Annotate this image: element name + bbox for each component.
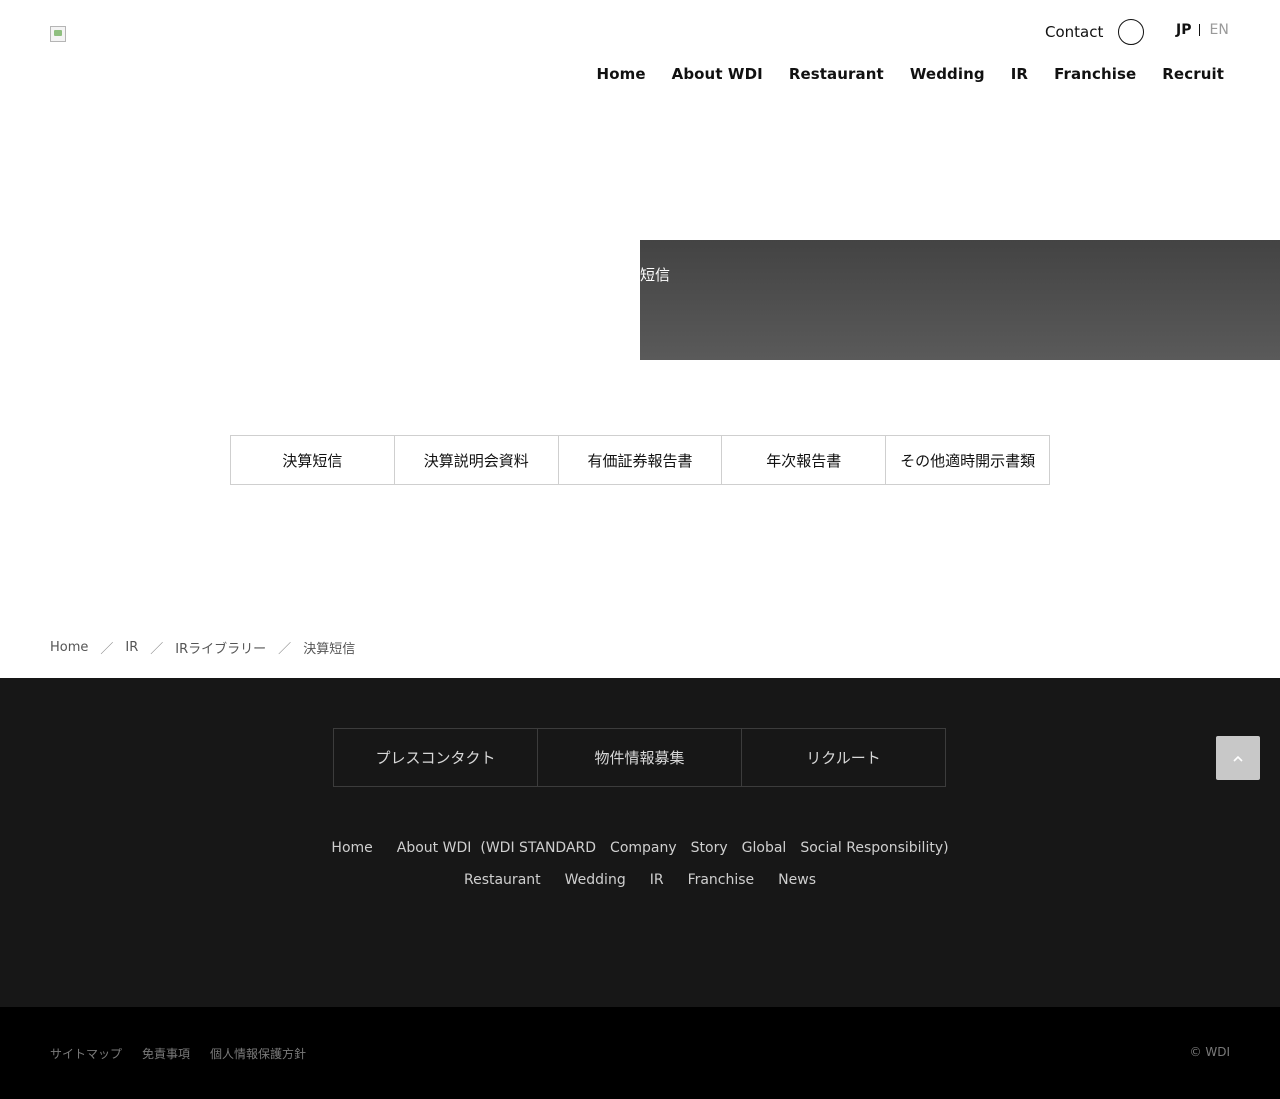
tab-securities-report[interactable]: 有価証券報告書 xyxy=(559,436,723,484)
recruit-button[interactable]: リクルート xyxy=(741,728,946,787)
language-switcher: JP EN xyxy=(1176,22,1229,38)
footer-links-row-2: Restaurant Wedding IR Franchise News xyxy=(0,872,1280,888)
nav-wedding[interactable]: Wedding xyxy=(910,65,985,83)
ir-library-tabs: 決算短信 決算説明会資料 有価証券報告書 年次報告書 その他適時開示書類 xyxy=(230,435,1050,485)
nav-recruit[interactable]: Recruit xyxy=(1162,65,1224,83)
sitemap-link[interactable]: サイトマップ xyxy=(50,1045,122,1062)
main-nav: Home About WDI Restaurant Wedding IR Fra… xyxy=(597,65,1224,83)
hero-title-clip: Results xyxy=(640,180,1280,241)
breadcrumb-separator: ／ xyxy=(100,642,114,657)
footer-link-home[interactable]: Home xyxy=(331,840,372,856)
breadcrumb-separator: ／ xyxy=(150,642,164,657)
lang-jp[interactable]: JP xyxy=(1176,22,1191,38)
nav-franchise[interactable]: Franchise xyxy=(1054,65,1136,83)
bottom-bar: サイトマップ 免責事項 個人情報保護方針 © WDI xyxy=(0,1007,1280,1099)
footer-link-wdi-standard[interactable]: (WDI STANDARD xyxy=(480,840,596,856)
footer-link-news[interactable]: News xyxy=(778,872,816,888)
privacy-policy-link[interactable]: 個人情報保護方針 xyxy=(210,1045,306,1062)
hero-panel xyxy=(640,240,1280,360)
bottom-links: サイトマップ 免責事項 個人情報保護方針 xyxy=(50,1045,306,1062)
tab-other-disclosures[interactable]: その他適時開示書類 xyxy=(886,436,1049,484)
breadcrumb-home[interactable]: Home xyxy=(50,640,88,655)
lang-divider xyxy=(1199,24,1201,36)
footer-link-about[interactable]: About WDI xyxy=(397,840,472,856)
scroll-to-top-button[interactable] xyxy=(1216,736,1260,780)
chevron-up-icon xyxy=(1233,755,1243,762)
footer-link-story[interactable]: Story xyxy=(691,840,728,856)
footer-links-row-1: Home About WDI (WDI STANDARD Company Sto… xyxy=(0,840,1280,856)
nav-home[interactable]: Home xyxy=(597,65,646,83)
hero-title: Results xyxy=(640,214,874,241)
footer-link-social-responsibility[interactable]: Social Responsibility) xyxy=(800,840,948,856)
footer-link-global[interactable]: Global xyxy=(742,840,787,856)
disclaimer-link[interactable]: 免責事項 xyxy=(142,1045,190,1062)
footer-link-company[interactable]: Company xyxy=(610,840,677,856)
footer-link-restaurant[interactable]: Restaurant xyxy=(464,872,541,888)
footer-link-ir[interactable]: IR xyxy=(650,872,664,888)
tab-annual-report[interactable]: 年次報告書 xyxy=(722,436,887,484)
footer-link-wedding[interactable]: Wedding xyxy=(565,872,626,888)
breadcrumb-separator: ／ xyxy=(278,642,292,657)
footer-link-franchise[interactable]: Franchise xyxy=(688,872,755,888)
breadcrumb: Home ／ IR ／ IRライブラリー ／ 決算短信 xyxy=(50,638,355,657)
breadcrumb-ir-library[interactable]: IRライブラリー xyxy=(175,638,266,657)
footer: プレスコンタクト 物件情報募集 リクルート Home About WDI (WD… xyxy=(0,678,1280,1007)
breadcrumb-current: 決算短信 xyxy=(303,642,356,657)
contact-link[interactable]: Contact xyxy=(1045,23,1103,41)
breadcrumb-ir[interactable]: IR xyxy=(125,640,138,655)
press-contact-button[interactable]: プレスコンタクト xyxy=(333,728,538,787)
nav-about-wdi[interactable]: About WDI xyxy=(672,65,763,83)
site-logo[interactable] xyxy=(50,26,66,42)
footer-buttons: プレスコンタクト 物件情報募集 リクルート xyxy=(333,728,946,787)
tab-tanshin[interactable]: 決算短信 xyxy=(231,436,395,484)
nav-ir[interactable]: IR xyxy=(1011,65,1028,83)
property-info-button[interactable]: 物件情報募集 xyxy=(537,728,742,787)
copyright: © WDI xyxy=(1189,1045,1230,1059)
search-icon[interactable] xyxy=(1118,19,1144,45)
nav-restaurant[interactable]: Restaurant xyxy=(789,65,884,83)
hero-subtitle: 短信 xyxy=(640,266,671,284)
lang-en[interactable]: EN xyxy=(1209,22,1228,38)
tab-briefing-materials[interactable]: 決算説明会資料 xyxy=(395,436,559,484)
